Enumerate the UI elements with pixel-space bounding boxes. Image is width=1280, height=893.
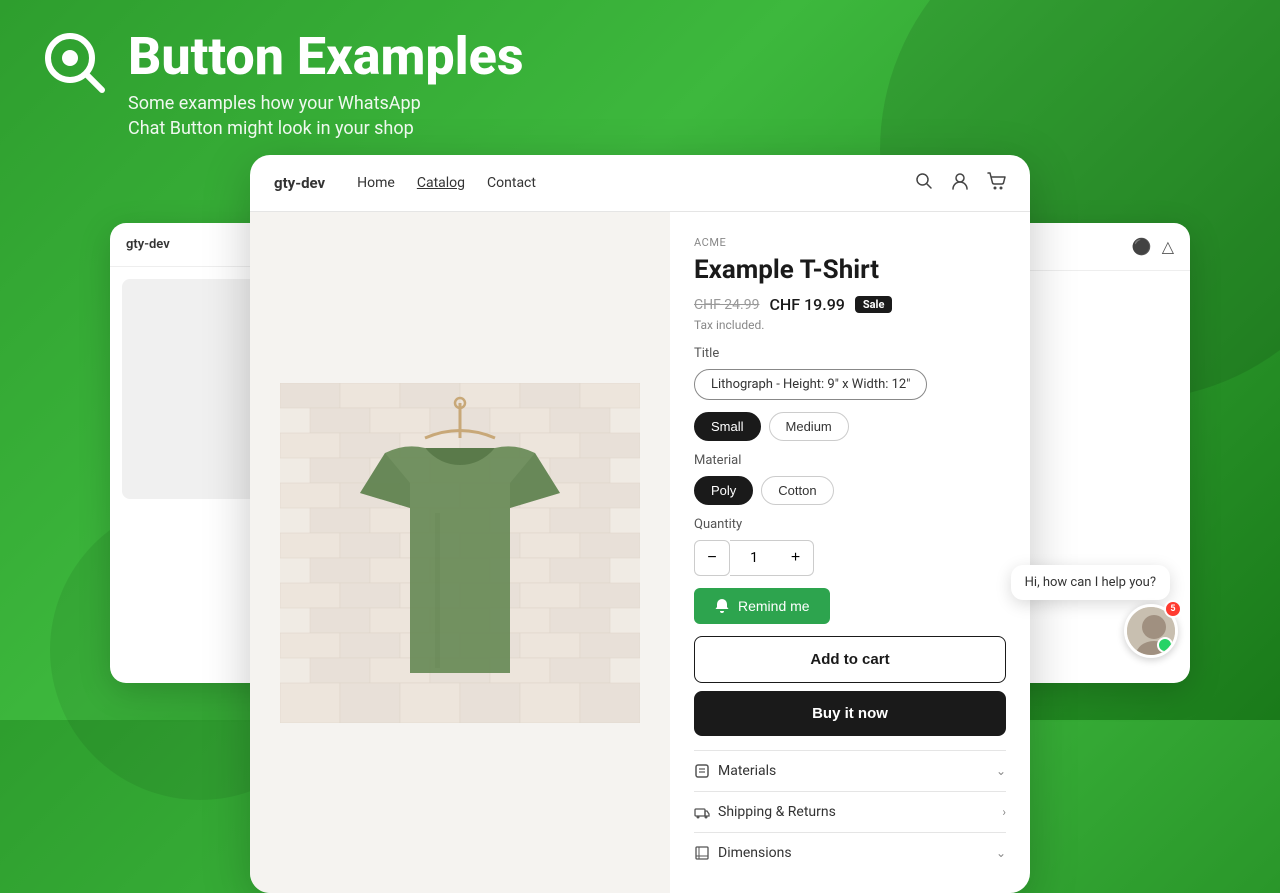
material-label: Material	[694, 453, 1006, 468]
right-wa-avatar-wrapper[interactable]: 5	[1124, 604, 1178, 658]
cart-icon: △	[1162, 237, 1174, 256]
accordion-shipping[interactable]: Shipping & Returns ›	[694, 791, 1006, 832]
left-card-logo: gty-dev	[126, 237, 170, 252]
right-card-icons: ⚫ △	[1132, 237, 1174, 256]
dimensions-icon	[694, 845, 710, 861]
chevron-down-icon: ⌄	[996, 846, 1006, 860]
page-title: Button Examples	[128, 28, 524, 85]
size-small-pill[interactable]: Small	[694, 412, 761, 441]
product-brand: ACME	[694, 236, 1006, 249]
price-row: CHF 24.99 CHF 19.99 Sale	[694, 295, 1006, 314]
price-sale: CHF 19.99	[769, 295, 844, 314]
search-icon[interactable]	[914, 171, 934, 195]
buy-now-button[interactable]: Buy it now	[694, 691, 1006, 736]
page-subtitle: Some examples how your WhatsApp Chat But…	[128, 91, 524, 141]
size-medium-pill[interactable]: Medium	[769, 412, 849, 441]
truck-icon	[694, 804, 710, 820]
page-header: Button Examples Some examples how your W…	[0, 0, 1280, 162]
main-nav-icons	[914, 171, 1006, 195]
chevron-right-icon: ›	[1002, 805, 1006, 819]
chevron-down-icon: ⌄	[996, 764, 1006, 778]
title-selector[interactable]: Lithograph - Height: 9" x Width: 12"	[694, 369, 927, 400]
quantity-row: − 1 +	[694, 540, 1006, 576]
quantity-value: 1	[730, 540, 778, 576]
quantity-label: Quantity	[694, 517, 1006, 532]
product-image	[280, 383, 640, 723]
nav-link-catalog[interactable]: Catalog	[417, 175, 465, 191]
materials-icon	[694, 763, 710, 779]
material-poly-pill[interactable]: Poly	[694, 476, 753, 505]
bell-icon	[714, 598, 730, 614]
wa-online-indicator	[1157, 637, 1173, 653]
nav-link-home[interactable]: Home	[357, 175, 395, 191]
cart-icon[interactable]	[986, 171, 1006, 195]
title-label: Title	[694, 346, 1006, 361]
header-text: Button Examples Some examples how your W…	[128, 28, 524, 142]
quantity-increase-button[interactable]: +	[778, 540, 814, 576]
main-nav-logo: gty-dev	[274, 174, 325, 192]
product-details: ACME Example T-Shirt CHF 24.99 CHF 19.99…	[670, 212, 1030, 893]
price-original: CHF 24.99	[694, 297, 759, 313]
material-cotton-pill[interactable]: Cotton	[761, 476, 833, 505]
user-icon: ⚫	[1132, 237, 1152, 256]
accordion-materials[interactable]: Materials ⌄	[694, 750, 1006, 791]
right-wa-notification-badge: 5	[1164, 600, 1182, 618]
header-icon	[40, 28, 110, 98]
account-icon[interactable]	[950, 171, 970, 195]
right-chat-bubble: Hi, how can I help you?	[1011, 565, 1170, 600]
sale-badge: Sale	[855, 296, 893, 313]
nav-link-contact[interactable]: Contact	[487, 175, 536, 191]
cards-wrapper: gty-dev gty-dev ⚫ △ Hi, how can I help y…	[0, 155, 1280, 720]
main-nav: gty-dev Home Catalog Contact	[250, 155, 1030, 212]
product-image-section	[250, 212, 670, 893]
quantity-decrease-button[interactable]: −	[694, 540, 730, 576]
main-nav-links: Home Catalog Contact	[357, 175, 536, 191]
accordion-dimensions[interactable]: Dimensions ⌄	[694, 832, 1006, 873]
add-to-cart-button[interactable]: Add to cart	[694, 636, 1006, 683]
size-pills: Small Medium	[694, 412, 1006, 441]
main-body: ACME Example T-Shirt CHF 24.99 CHF 19.99…	[250, 212, 1030, 893]
tax-note: Tax included.	[694, 318, 1006, 332]
main-product-card: gty-dev Home Catalog Contact	[250, 155, 1030, 893]
material-pills: Poly Cotton	[694, 476, 1006, 505]
remind-me-button[interactable]: Remind me	[694, 588, 830, 624]
product-name: Example T-Shirt	[694, 255, 1006, 285]
